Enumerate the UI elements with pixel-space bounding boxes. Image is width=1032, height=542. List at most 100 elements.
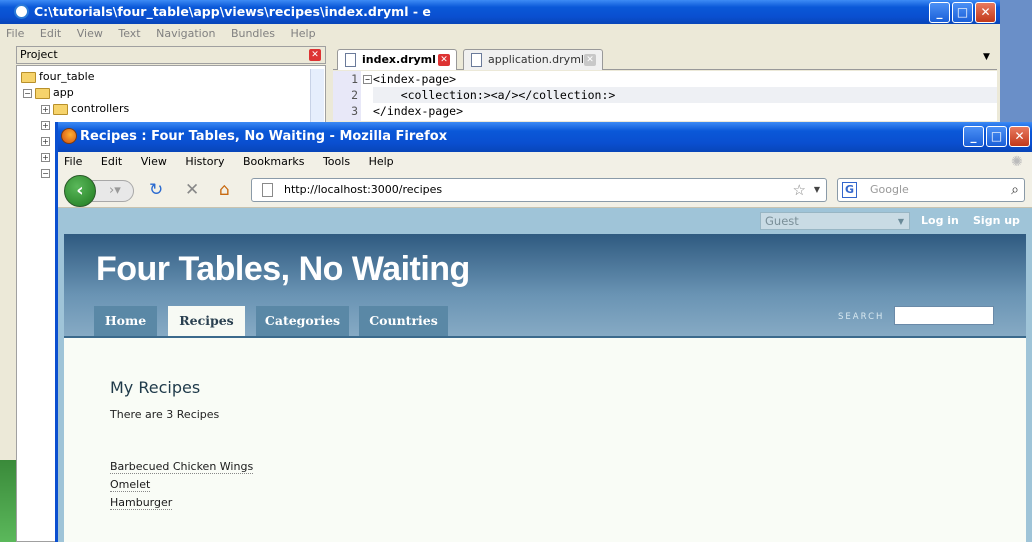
collapse-icon[interactable]: − (23, 88, 32, 98)
reload-icon[interactable]: ↻ (149, 180, 163, 200)
signup-link[interactable]: Sign up (973, 214, 1020, 227)
editor-minimize-button[interactable]: _ (929, 2, 950, 23)
nav-tab-countries[interactable]: Countries (359, 306, 448, 336)
editor-maximize-button[interactable]: □ (952, 2, 973, 23)
editor-menu-help[interactable]: Help (290, 27, 315, 40)
firefox-menubar: File Edit View History Bookmarks Tools H… (58, 152, 1032, 172)
menu-file[interactable]: File (64, 155, 82, 168)
line-gutter: 1 2 3 (333, 71, 361, 121)
firefox-maximize-button[interactable]: □ (986, 126, 1007, 147)
line-number: 2 (351, 88, 358, 102)
editor-app-icon (14, 4, 29, 19)
line-number: 3 (351, 104, 358, 118)
magnifier-icon[interactable]: ⌕ (1011, 179, 1019, 201)
editor-title-bar[interactable]: C:\tutorials\four_table\app\views\recipe… (0, 0, 1000, 24)
bookmark-star-icon[interactable]: ☆ (793, 179, 806, 201)
menu-view[interactable]: View (141, 155, 167, 168)
url-text: http://localhost:3000/recipes (284, 183, 443, 196)
forward-arrow-icon: ›▾ (109, 183, 121, 198)
menu-tools[interactable]: Tools (323, 155, 350, 168)
firefox-title-bar[interactable]: Recipes : Four Tables, No Waiting - Mozi… (58, 122, 1032, 152)
expand-icon[interactable]: + (41, 104, 50, 114)
chevron-down-icon: ▼ (897, 217, 905, 226)
editor-close-button[interactable]: ✕ (975, 2, 996, 23)
close-tab-icon[interactable]: ✕ (584, 54, 596, 66)
tab-list-chevron-down-icon[interactable]: ▼ (983, 52, 990, 62)
tree-scrollbar[interactable] (310, 69, 324, 129)
url-dropdown-chevron-down-icon[interactable]: ▼ (814, 179, 820, 201)
editor-menu-view[interactable]: View (77, 27, 103, 40)
user-select[interactable]: Guest ▼ (760, 212, 910, 230)
editor-title: C:\tutorials\four_table\app\views\recipe… (34, 4, 431, 19)
fold-icon[interactable]: − (363, 75, 372, 84)
google-icon[interactable]: G (842, 182, 857, 198)
search-label: SEARCH (838, 312, 885, 322)
back-arrow-icon: ‹ (76, 180, 84, 201)
nav-tab-recipes[interactable]: Recipes (168, 306, 245, 337)
firefox-logo-icon (61, 128, 77, 144)
editor-tabbar: index.dryml ✕ application.dryml ✕ ▼ (333, 46, 997, 70)
code-line: </index-page> (373, 104, 464, 118)
menu-bookmarks[interactable]: Bookmarks (243, 155, 304, 168)
page-viewport: Guest ▼ Log in Sign up Four Tables, No W… (58, 208, 1032, 542)
firefox-close-button[interactable]: ✕ (1009, 126, 1030, 147)
firefox-window: Recipes : Four Tables, No Waiting - Mozi… (55, 122, 1032, 542)
menu-history[interactable]: History (185, 155, 224, 168)
desktop-background (0, 460, 16, 542)
editor-menu-text[interactable]: Text (118, 27, 140, 40)
editor-menu-edit[interactable]: Edit (40, 27, 61, 40)
expand-icon[interactable]: + (41, 153, 50, 162)
tree-item-label: four_table (39, 70, 95, 83)
expand-icon[interactable]: + (41, 121, 50, 130)
firefox-title: Recipes : Four Tables, No Waiting - Mozi… (80, 129, 448, 144)
main-content: My Recipes There are 3 Recipes Barbecued… (64, 336, 1026, 542)
site-title[interactable]: Four Tables, No Waiting (96, 250, 470, 289)
document-icon (471, 53, 482, 67)
stop-icon[interactable]: ✕ (185, 180, 199, 200)
editor-menu-navigation[interactable]: Navigation (156, 27, 215, 40)
login-link[interactable]: Log in (921, 214, 959, 227)
menu-help[interactable]: Help (369, 155, 394, 168)
tab-application-dryml[interactable]: application.dryml ✕ (463, 49, 603, 70)
editor-menu-file[interactable]: File (6, 27, 24, 40)
tree-item-four-table[interactable]: four_table (21, 69, 94, 85)
nav-tab-categories[interactable]: Categories (256, 306, 349, 336)
site-banner: Four Tables, No Waiting Home Recipes Cat… (64, 234, 1026, 337)
url-bar[interactable]: http://localhost:3000/recipes ☆ ▼ (251, 178, 827, 202)
recipe-link[interactable]: Hamburger (110, 496, 173, 510)
recipe-count: There are 3 Recipes (110, 408, 220, 421)
tree-item-label: controllers (71, 102, 130, 115)
search-bar[interactable]: G Google ⌕ (837, 178, 1025, 202)
tree-item-controllers[interactable]: + controllers (41, 101, 129, 117)
code-line: <collection:><a/></collection:> (373, 87, 997, 103)
project-close-icon[interactable]: ✕ (309, 49, 321, 61)
recipe-link[interactable]: Barbecued Chicken Wings (110, 460, 254, 474)
tree-item-app[interactable]: − app (23, 85, 74, 101)
code-line: <index-page> (373, 72, 457, 86)
line-number: 1 (351, 72, 358, 86)
expand-icon[interactable]: + (41, 137, 50, 146)
menu-edit[interactable]: Edit (101, 155, 122, 168)
page-icon (262, 183, 273, 197)
back-button[interactable]: ‹ (64, 175, 96, 207)
project-label: Project (20, 48, 58, 61)
firefox-minimize-button[interactable]: _ (963, 126, 984, 147)
close-tab-icon[interactable]: ✕ (438, 54, 450, 66)
tab-index-dryml[interactable]: index.dryml ✕ (337, 49, 457, 70)
tab-label: index.dryml (362, 53, 436, 66)
page-topbar: Guest ▼ Log in Sign up (58, 208, 1032, 234)
site-search-input[interactable] (894, 306, 994, 325)
recipe-link[interactable]: Omelet (110, 478, 151, 492)
search-placeholder: Google (870, 183, 909, 196)
page-heading: My Recipes (110, 378, 201, 397)
folder-icon (53, 103, 68, 115)
editor-menu-bundles[interactable]: Bundles (231, 27, 275, 40)
document-icon (345, 53, 356, 67)
nav-tab-home[interactable]: Home (94, 306, 157, 336)
home-icon[interactable]: ⌂ (219, 180, 230, 200)
collapse-icon[interactable]: − (41, 169, 50, 178)
forward-button[interactable]: ›▾ (92, 180, 134, 202)
folder-icon (35, 87, 50, 99)
code-editor[interactable]: 1 2 3 − <index-page> <collection:><a/></… (333, 71, 997, 121)
throbber-icon: ✺ (1011, 154, 1023, 170)
